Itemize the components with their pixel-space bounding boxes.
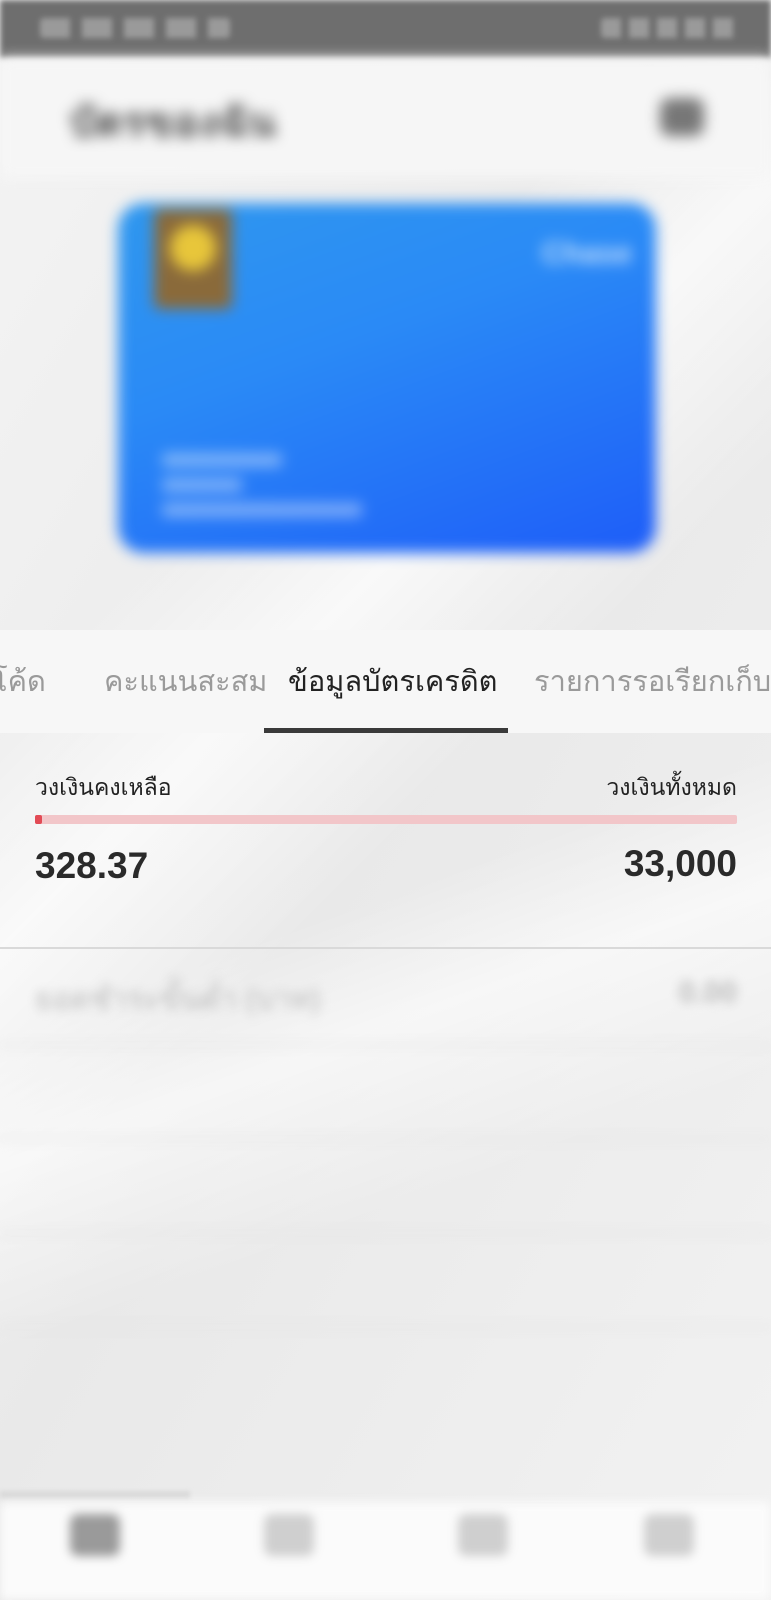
app-header: บัตรของฉัน	[0, 58, 771, 178]
detail-label: ยอดชำระขั้นต่ำ (บาท)	[35, 983, 321, 1016]
tab-code[interactable]: โค้ด	[0, 658, 46, 704]
list-item	[0, 1044, 771, 1140]
card-icon	[70, 1514, 120, 1556]
list-item	[0, 1138, 771, 1234]
list-item	[0, 1232, 771, 1328]
wallet-icon	[458, 1514, 508, 1556]
list-item: ยอดชำระขั้นต่ำ (บาท) 0.00	[0, 950, 771, 1046]
available-credit-value: 328.37	[35, 845, 149, 886]
scroll-indicator	[0, 1491, 190, 1499]
nav-item-cards[interactable]	[40, 1514, 150, 1564]
gift-icon	[264, 1514, 314, 1556]
status-bar-left	[40, 18, 230, 38]
detail-value: 0.00	[678, 976, 737, 1009]
page-title: บัตรของฉัน	[70, 101, 277, 145]
available-credit-label: วงเงินคงเหลือ	[35, 774, 172, 800]
person-icon	[644, 1514, 694, 1556]
nav-item-wallet[interactable]	[428, 1514, 538, 1564]
tab-points[interactable]: คะแนนสะสม	[104, 658, 267, 704]
tab-bar: โค้ด คะแนนสะสม ข้อมูลบัตรเครดิต รายการรอ…	[0, 630, 771, 733]
card-brand: Chase	[541, 237, 632, 270]
card-emblem-icon	[154, 209, 232, 309]
card-details-list: ยอดชำระขั้นต่ำ (บาท) 0.00	[0, 950, 771, 1330]
tab-credit-card-info[interactable]: ข้อมูลบัตรเครดิต	[288, 658, 498, 704]
menu-icon[interactable]	[660, 98, 704, 136]
card-detail-line	[162, 453, 282, 467]
credit-usage-bar-fill	[35, 815, 43, 824]
total-credit-value: 33,000	[623, 843, 737, 884]
credit-usage-bar	[35, 815, 737, 824]
status-bar	[0, 0, 771, 58]
total-credit-label: วงเงินทั้งหมด	[606, 774, 737, 800]
bottom-navigation	[0, 1502, 771, 1600]
card-detail-line	[162, 478, 242, 492]
card-detail-line	[162, 503, 362, 517]
section-divider	[0, 947, 771, 949]
nav-item-profile[interactable]	[614, 1514, 724, 1564]
credit-limit-section: วงเงินคงเหลือ วงเงินทั้งหมด 328.37 33,00…	[0, 733, 771, 948]
tab-pending-billing[interactable]: รายการรอเรียกเก็บ	[534, 658, 771, 704]
credit-card-image[interactable]: Chase	[118, 203, 656, 553]
nav-item-rewards[interactable]	[234, 1514, 344, 1564]
status-bar-right	[601, 18, 741, 38]
blurred-overview: บัตรของฉัน Chase	[0, 58, 771, 630]
